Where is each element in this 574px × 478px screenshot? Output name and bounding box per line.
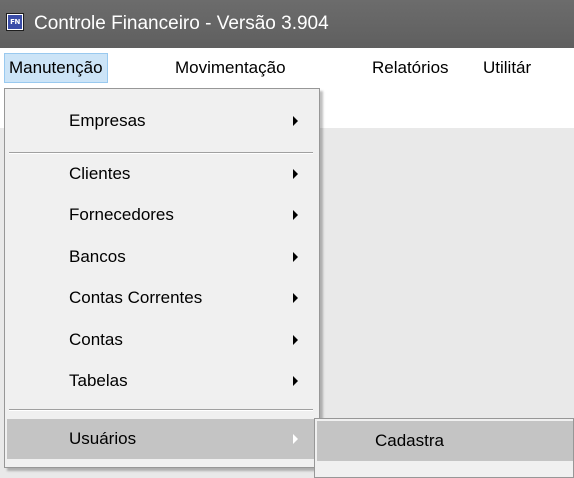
menu-item-contas[interactable]: Contas [7, 320, 317, 360]
submenu-arrow-icon [293, 293, 298, 303]
menu-item-fornecedores[interactable]: Fornecedores [7, 195, 317, 235]
menu-item-bancos[interactable]: Bancos [7, 237, 317, 277]
submenu-arrow-icon [293, 335, 298, 345]
menu-manutencao[interactable]: Manutenção [4, 53, 108, 83]
menu-item-tabelas[interactable]: Tabelas [7, 361, 317, 401]
menu-item-usuarios[interactable]: Usuários [7, 419, 317, 459]
submenu-item-cadastra[interactable]: Cadastra [317, 421, 573, 461]
menu-item-label: Contas [69, 330, 123, 349]
menu-movimentacao[interactable]: Movimentação [175, 54, 286, 82]
menu-item-label: Empresas [69, 111, 146, 130]
submenu-arrow-icon [293, 116, 298, 126]
submenu-arrow-icon [293, 434, 298, 444]
menu-separator [9, 152, 313, 154]
menu-separator [9, 409, 313, 411]
menu-item-label: Bancos [69, 247, 126, 266]
menu-item-label: Tabelas [69, 371, 128, 390]
title-bar: FN Controle Financeiro - Versão 3.904 [0, 0, 574, 48]
window-title: Controle Financeiro - Versão 3.904 [34, 13, 329, 34]
manutencao-dropdown: Empresas Clientes Fornecedores Bancos Co… [4, 88, 320, 468]
submenu-arrow-icon [293, 376, 298, 386]
menu-relatorios[interactable]: Relatórios [372, 54, 449, 82]
menu-item-clientes[interactable]: Clientes [7, 154, 317, 194]
app-icon-label: FN [8, 15, 22, 29]
app-icon[interactable]: FN [6, 13, 24, 31]
submenu-arrow-icon [293, 169, 298, 179]
submenu-arrow-icon [293, 210, 298, 220]
menu-utilitarios[interactable]: Utilitár [483, 54, 531, 82]
usuarios-submenu: Cadastra [314, 418, 574, 478]
menu-item-contas-correntes[interactable]: Contas Correntes [7, 278, 317, 318]
submenu-item-label: Cadastra [375, 431, 444, 450]
menu-bar: Manutenção Movimentação Relatórios Utili… [0, 48, 574, 88]
menu-item-label: Fornecedores [69, 205, 174, 224]
submenu-arrow-icon [293, 252, 298, 262]
menu-item-label: Usuários [69, 429, 137, 448]
menu-item-label: Contas Correntes [69, 288, 203, 307]
menu-item-empresas[interactable]: Empresas [7, 101, 317, 141]
menu-item-label: Clientes [69, 164, 131, 183]
